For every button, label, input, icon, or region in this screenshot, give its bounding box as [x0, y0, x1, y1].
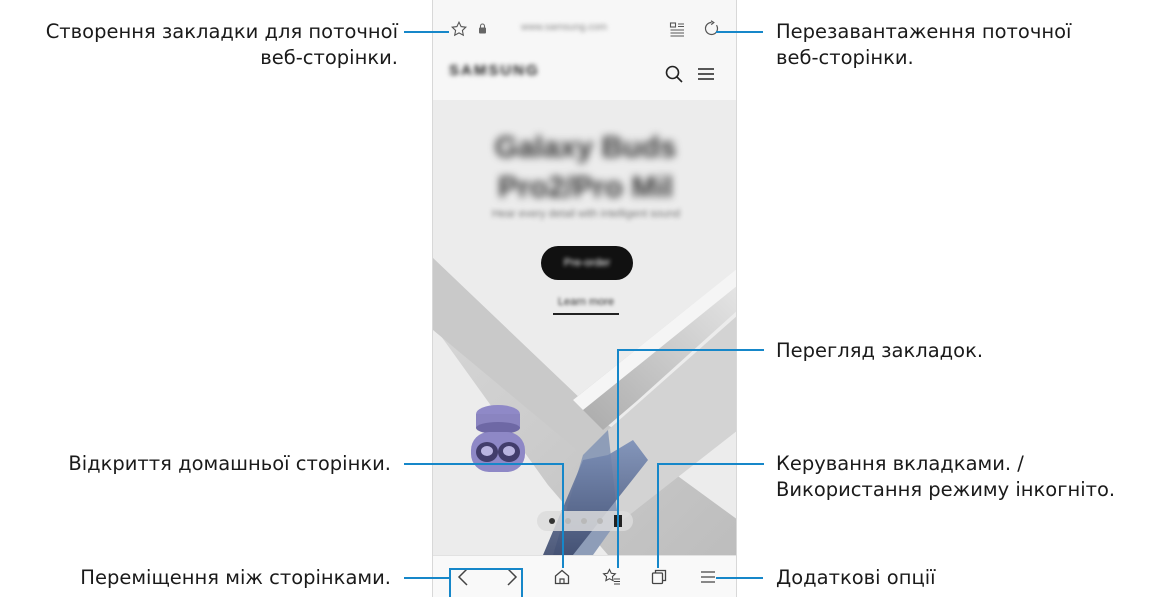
carousel-dot[interactable] — [549, 518, 555, 524]
url-text[interactable]: www.samsung.com — [521, 22, 641, 32]
callout-line-more — [716, 577, 763, 579]
label-reload: Перезавантаження поточної веб-сторінки. — [776, 19, 1071, 71]
label-home: Відкриття домашньої сторінки. — [68, 452, 391, 475]
earbuds-case-illustration — [471, 405, 525, 472]
callout-line-reload — [716, 31, 763, 33]
carousel-dot[interactable] — [565, 518, 571, 524]
callout-line-bookmarks-view-vertical — [617, 349, 619, 568]
callout-line-bookmarks-view — [618, 349, 764, 351]
site-logo[interactable]: SAMSUNG — [449, 62, 540, 79]
label-tabs: Керування вкладками. / Використання режи… — [776, 451, 1115, 503]
label-tabs-line-2: Використання режиму інкогніто. — [776, 478, 1116, 501]
star-outline-icon[interactable] — [451, 21, 467, 37]
tabs-icon[interactable] — [651, 569, 667, 585]
learn-more-link[interactable]: Learn more — [553, 296, 619, 308]
label-more: Додаткові опції — [776, 566, 936, 589]
chevron-right-icon[interactable] — [506, 568, 518, 586]
hamburger-icon[interactable] — [697, 67, 715, 81]
reload-icon[interactable] — [703, 20, 720, 37]
browser-screen: www.samsung.com SAMSUNG Galaxy Buds Pro2… — [432, 0, 737, 597]
callout-line-navigate — [404, 577, 450, 579]
pre-order-label: Pre-order — [563, 257, 611, 269]
pre-order-button[interactable]: Pre-order — [541, 246, 633, 280]
callout-line-navigate-right — [521, 568, 523, 597]
hero-title: Galaxy Buds Pro2/Pro Mil — [483, 128, 688, 208]
learn-more-underline — [553, 313, 619, 315]
label-reload-line-1: Перезавантаження поточної — [776, 20, 1072, 43]
callout-line-home — [404, 463, 563, 465]
hero-title-line-2: Pro2/Pro Mil — [497, 171, 674, 204]
carousel-dot[interactable] — [597, 518, 603, 524]
bottom-toolbar — [433, 555, 736, 597]
label-navigate: Переміщення між сторінками. — [80, 566, 391, 589]
lock-icon — [478, 23, 487, 34]
chevron-left-icon[interactable] — [457, 568, 469, 586]
label-bookmark-add-line-1: Створення закладки для поточної — [45, 20, 398, 43]
hero-title-line-1: Galaxy Buds — [494, 131, 677, 164]
callout-line-bookmark-add — [404, 31, 449, 33]
callout-line-navigate-left — [449, 568, 451, 597]
callout-line-navigate-bracket — [449, 568, 522, 570]
address-bar[interactable]: www.samsung.com — [433, 0, 736, 52]
more-menu-icon[interactable] — [700, 571, 716, 583]
bookmark-list-icon[interactable] — [602, 568, 621, 586]
carousel-dot[interactable] — [581, 518, 587, 524]
reader-mode-icon[interactable] — [669, 21, 685, 37]
label-reload-line-2: веб-сторінки. — [776, 46, 914, 69]
label-bookmarks-view: Перегляд закладок. — [776, 339, 984, 362]
callout-line-tabs-vertical — [657, 463, 659, 568]
label-bookmark-add: Створення закладки для поточної веб-стор… — [46, 19, 398, 71]
label-bookmark-add-line-2: веб-сторінки. — [260, 46, 398, 69]
hero-subtitle: Hear every detail with intelligent sound — [491, 208, 681, 220]
label-tabs-line-1: Керування вкладками. / — [776, 452, 1024, 475]
callout-line-tabs — [658, 463, 764, 465]
callout-line-home-vertical — [562, 463, 564, 568]
search-icon[interactable] — [664, 64, 684, 84]
home-icon[interactable] — [554, 569, 570, 585]
